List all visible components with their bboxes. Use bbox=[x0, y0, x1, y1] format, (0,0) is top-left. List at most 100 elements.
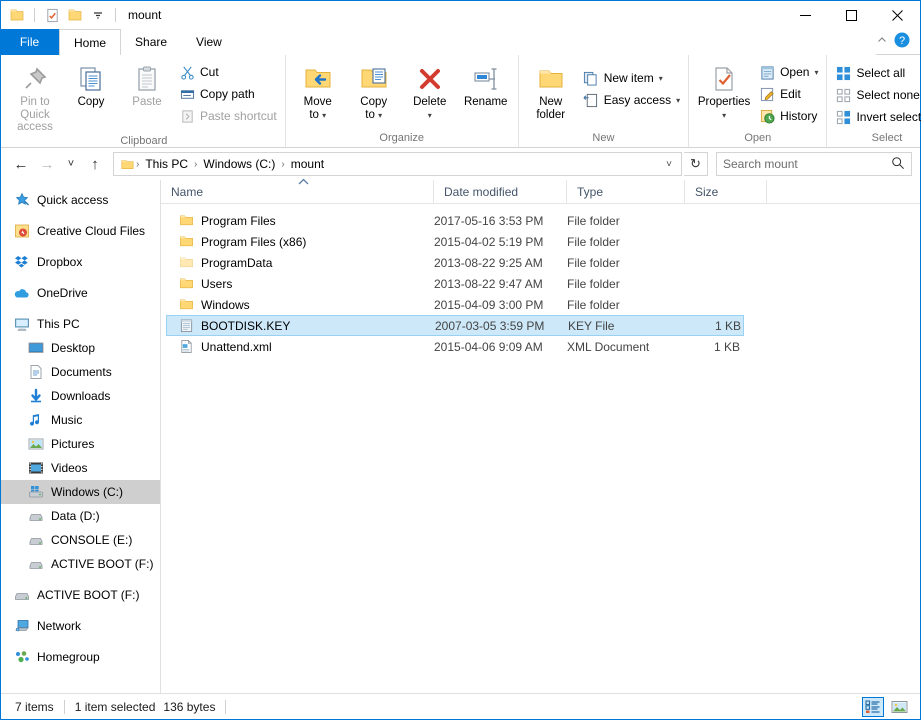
cut-button[interactable]: Cut bbox=[175, 61, 281, 83]
sidebar-item-dropbox[interactable]: Dropbox bbox=[1, 250, 160, 274]
tab-share[interactable]: Share bbox=[121, 29, 183, 55]
select-none-label: Select none bbox=[856, 88, 920, 102]
new-folder-icon[interactable] bbox=[65, 5, 85, 25]
refresh-button[interactable]: ↻ bbox=[684, 152, 708, 176]
chevron-down-icon[interactable]: ▾ bbox=[428, 111, 432, 120]
sidebar-item-music[interactable]: Music bbox=[1, 408, 160, 432]
sidebar-item-network[interactable]: Network bbox=[1, 614, 160, 638]
sidebar-item-downloads[interactable]: Downloads bbox=[1, 384, 160, 408]
breadcrumb-windows-c[interactable]: Windows (C:) bbox=[198, 157, 280, 171]
sidebar-item-active-boot-f-child[interactable]: ACTIVE BOOT (F:) bbox=[1, 552, 160, 576]
tab-file[interactable]: File bbox=[1, 29, 59, 55]
sidebar-label: Videos bbox=[51, 461, 88, 475]
column-header-size[interactable]: Size bbox=[685, 179, 767, 204]
copy-path-button[interactable]: Copy path bbox=[175, 83, 281, 105]
chevron-down-icon[interactable]: ▾ bbox=[814, 68, 818, 77]
maximize-button[interactable] bbox=[828, 1, 874, 29]
onedrive-icon bbox=[13, 285, 30, 302]
sidebar-label: Dropbox bbox=[37, 255, 83, 269]
delete-button[interactable]: Delete ▾ bbox=[402, 59, 458, 122]
sidebar-item-documents[interactable]: Documents bbox=[1, 360, 160, 384]
view-buttons bbox=[862, 696, 914, 717]
history-button[interactable]: History bbox=[755, 105, 822, 127]
forward-button[interactable]: → bbox=[35, 152, 59, 176]
chevron-down-icon[interactable]: ▾ bbox=[322, 111, 326, 120]
tab-home[interactable]: Home bbox=[59, 29, 122, 55]
search-input[interactable]: Search mount bbox=[716, 152, 912, 176]
table-row[interactable]: Unattend.xml 2015-04-06 9:09 AM XML Docu… bbox=[166, 336, 744, 357]
close-button[interactable] bbox=[874, 1, 920, 29]
sidebar-item-quick-access[interactable]: Quick access bbox=[1, 188, 160, 212]
table-row[interactable]: Program Files (x86) 2015-04-02 5:19 PM F… bbox=[166, 231, 744, 252]
customize-dropdown-icon[interactable] bbox=[88, 5, 108, 25]
invert-selection-button[interactable]: Invert selection bbox=[831, 106, 921, 128]
copy-button[interactable]: Copy bbox=[63, 59, 119, 109]
collapse-ribbon-icon[interactable] bbox=[876, 34, 888, 49]
column-header-type[interactable]: Type bbox=[567, 179, 685, 204]
paste-shortcut-button[interactable]: Paste shortcut bbox=[175, 105, 281, 127]
copy-to-button[interactable]: Copy to ▾ bbox=[346, 59, 402, 122]
paste-button[interactable]: Paste bbox=[119, 59, 175, 109]
folder-icon[interactable] bbox=[7, 5, 27, 25]
paste-label: Paste bbox=[132, 96, 162, 108]
address-bar: ← → ˅ ↑ › This PC › Windows (C:) › mount… bbox=[1, 148, 920, 180]
new-item-button[interactable]: New item ▾ bbox=[579, 67, 684, 89]
breadcrumb-folder-icon bbox=[120, 157, 135, 172]
sidebar-item-this-pc[interactable]: This PC bbox=[1, 312, 160, 336]
ribbon: Pin to Quick access Copy Paste Cut Copy … bbox=[1, 55, 921, 148]
sidebar-item-active-boot-f[interactable]: ACTIVE BOOT (F:) bbox=[1, 583, 160, 607]
up-button[interactable]: ↑ bbox=[83, 152, 107, 176]
sidebar-item-console-e[interactable]: CONSOLE (E:) bbox=[1, 528, 160, 552]
recent-locations-button[interactable]: ˅ bbox=[61, 152, 81, 176]
easy-access-button[interactable]: Easy access ▾ bbox=[579, 89, 684, 111]
column-header-name[interactable]: Name bbox=[161, 178, 434, 204]
qat-divider bbox=[34, 8, 35, 22]
sidebar-item-homegroup[interactable]: Homegroup bbox=[1, 645, 160, 669]
sidebar-item-creative-cloud-files[interactable]: Creative Cloud Files bbox=[1, 219, 160, 243]
history-icon bbox=[759, 108, 775, 124]
breadcrumb-this-pc[interactable]: This PC bbox=[140, 157, 193, 171]
details-view-button[interactable] bbox=[862, 696, 884, 717]
open-button[interactable]: Open ▾ bbox=[755, 61, 822, 83]
properties-icon[interactable] bbox=[42, 5, 62, 25]
sidebar-label: Data (D:) bbox=[51, 509, 100, 523]
group-label-select: Select bbox=[871, 132, 903, 144]
breadcrumb[interactable]: › This PC › Windows (C:) › mount ˅ bbox=[113, 152, 682, 176]
table-row[interactable]: Windows 2015-04-09 3:00 PM File folder bbox=[166, 294, 744, 315]
column-header-date-modified[interactable]: Date modified bbox=[434, 179, 567, 204]
pin-to-quick-access-button[interactable]: Pin to Quick access bbox=[7, 59, 63, 134]
creative-cloud-icon bbox=[13, 223, 30, 240]
chevron-down-icon[interactable]: ▾ bbox=[722, 111, 726, 120]
move-to-button[interactable]: Move to ▾ bbox=[290, 59, 346, 122]
table-row[interactable]: Users 2013-08-22 9:47 AM File folder bbox=[166, 273, 744, 294]
chevron-down-icon[interactable]: ▾ bbox=[676, 96, 680, 105]
table-row[interactable]: BOOTDISK.KEY 2007-03-05 3:59 PM KEY File… bbox=[166, 315, 744, 336]
select-all-button[interactable]: Select all bbox=[831, 62, 921, 84]
new-folder-button[interactable]: New folder bbox=[523, 59, 579, 121]
minimize-button[interactable] bbox=[782, 1, 828, 29]
sidebar-item-onedrive[interactable]: OneDrive bbox=[1, 281, 160, 305]
sidebar-item-videos[interactable]: Videos bbox=[1, 456, 160, 480]
chevron-down-icon[interactable]: ▾ bbox=[378, 111, 382, 120]
edit-button[interactable]: Edit bbox=[755, 83, 822, 105]
notepad-file-icon bbox=[178, 318, 194, 334]
sidebar-item-pictures[interactable]: Pictures bbox=[1, 432, 160, 456]
properties-button[interactable]: Properties ▾ bbox=[693, 59, 755, 122]
tab-view[interactable]: View bbox=[182, 29, 237, 55]
chevron-down-icon[interactable]: ▾ bbox=[659, 74, 663, 83]
back-button[interactable]: ← bbox=[9, 152, 33, 176]
help-icon[interactable]: ? bbox=[894, 32, 910, 51]
copy-to-label-2: to bbox=[365, 108, 375, 121]
sidebar-item-windows-c[interactable]: Windows (C:) bbox=[1, 480, 160, 504]
breadcrumb-mount[interactable]: mount bbox=[286, 157, 329, 171]
copy-path-label: Copy path bbox=[200, 87, 255, 101]
search-icon[interactable] bbox=[891, 156, 905, 173]
sidebar-item-desktop[interactable]: Desktop bbox=[1, 336, 160, 360]
breadcrumb-dropdown-icon[interactable]: ˅ bbox=[659, 159, 679, 170]
rename-button[interactable]: Rename bbox=[458, 59, 514, 109]
large-icons-view-button[interactable] bbox=[888, 697, 910, 717]
sidebar-item-data-d[interactable]: Data (D:) bbox=[1, 504, 160, 528]
select-none-button[interactable]: Select none bbox=[831, 84, 921, 106]
table-row[interactable]: Program Files 2017-05-16 3:53 PM File fo… bbox=[166, 210, 744, 231]
table-row[interactable]: ProgramData 2013-08-22 9:25 AM File fold… bbox=[166, 252, 744, 273]
